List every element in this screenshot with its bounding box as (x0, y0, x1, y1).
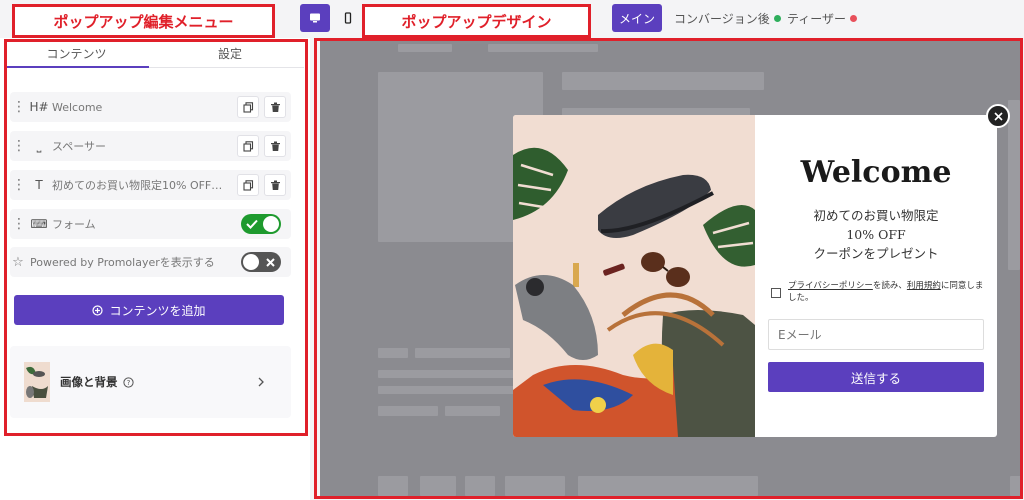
annotation-label-edit-menu: ポップアップ編集メニュー (12, 4, 275, 38)
close-icon (993, 111, 1003, 121)
copy-icon (242, 101, 253, 113)
copy-icon (242, 179, 253, 191)
image-thumbnail (24, 362, 50, 402)
mobile-view-button[interactable] (333, 4, 363, 32)
x-icon (266, 257, 275, 267)
trash-icon (270, 102, 280, 112)
status-dot (850, 14, 858, 22)
product-photo (513, 115, 755, 437)
tab-active-indicator (4, 66, 149, 68)
tab-teaser[interactable]: ティーザー (787, 4, 858, 32)
svg-text:?: ? (126, 379, 130, 387)
chevron-right-icon[interactable] (257, 377, 265, 387)
skeleton-block (1010, 476, 1020, 496)
drag-handle-icon[interactable]: ⋮ (10, 216, 26, 232)
consent-checkbox[interactable] (771, 288, 781, 298)
toggle-knob (263, 216, 279, 232)
mobile-icon (344, 12, 352, 24)
drag-handle-icon[interactable]: ⋮ (10, 177, 26, 193)
popup-title: Welcome (800, 155, 952, 190)
skeleton-block (578, 476, 758, 496)
skeleton-block (420, 476, 456, 496)
powered-by-label: Powered by Promolayerを表示する (30, 256, 215, 269)
skeleton-block (1008, 100, 1020, 270)
skeleton-block (488, 44, 598, 52)
popup-subtitle: 初めてのお買い物限定 10% OFF クーポンをプレゼント (755, 206, 997, 263)
close-button[interactable] (986, 104, 1010, 128)
add-content-label: コンテンツを追加 (109, 303, 206, 318)
check-icon (246, 219, 258, 229)
skeleton-block (445, 406, 500, 416)
status-dot (773, 14, 781, 22)
popup-subtitle-line: クーポンをプレゼント (813, 246, 939, 261)
image-background-label: 画像と背景 (60, 375, 118, 389)
row-label: スペーサー (52, 140, 107, 153)
desktop-view-button[interactable] (300, 4, 330, 32)
skeleton-block (398, 44, 452, 52)
tab-after-conversion[interactable]: コンバージョン後 (674, 4, 781, 32)
popup-product-image (513, 115, 755, 437)
delete-button[interactable] (264, 174, 286, 196)
consent-text-mid: を読み、 (872, 281, 907, 291)
submit-button[interactable]: 送信する (768, 362, 984, 392)
help-icon[interactable]: ? (122, 376, 134, 388)
trash-icon (270, 180, 280, 190)
duplicate-button[interactable] (237, 135, 259, 157)
privacy-policy-link[interactable]: プライバシーポリシー (788, 281, 873, 291)
toggle-knob (243, 254, 259, 270)
skeleton-block (378, 476, 408, 496)
tab-contents[interactable]: コンテンツ (4, 40, 149, 66)
content-row-text[interactable]: ⋮ T 初めてのお買い物限定10% OFF… (10, 170, 291, 200)
form-icon: ⌨ (30, 217, 48, 231)
content-row-heading[interactable]: ⋮ H# Welcome (10, 92, 291, 122)
image-background-card[interactable]: 画像と背景 ? (10, 346, 291, 418)
plus-circle-icon (92, 304, 104, 316)
popup-subtitle-line: 初めてのお買い物限定 (813, 208, 939, 223)
content-row-form[interactable]: ⋮ ⌨ フォーム (10, 209, 291, 239)
form-toggle[interactable] (241, 214, 281, 234)
copy-icon (242, 140, 253, 152)
skeleton-block (378, 406, 438, 416)
add-content-button[interactable]: コンテンツを追加 (14, 295, 284, 325)
trash-icon (270, 141, 280, 151)
delete-button[interactable] (264, 135, 286, 157)
row-label: Welcome (52, 100, 103, 114)
skeleton-block (505, 476, 565, 496)
content-row-spacer[interactable]: ⋮ ⎵ スペーサー (10, 131, 291, 161)
tab-after-conversion-label: コンバージョン後 (674, 11, 770, 26)
drag-handle-icon[interactable]: ⋮ (10, 99, 26, 115)
row-label: 初めてのお買い物限定10% OFF… (52, 179, 223, 192)
text-icon: T (35, 178, 43, 192)
popup-subtitle-line: 10% OFF (846, 227, 906, 242)
terms-link[interactable]: 利用規約 (907, 281, 941, 291)
tab-main[interactable]: メイン (612, 4, 662, 32)
star-icon: ☆ (12, 254, 24, 270)
desktop-icon (310, 13, 320, 23)
delete-button[interactable] (264, 96, 286, 118)
powered-by-toggle[interactable] (241, 252, 281, 272)
drag-handle-icon[interactable]: ⋮ (10, 138, 26, 154)
tab-teaser-label: ティーザー (787, 11, 847, 26)
heading-icon: H# (29, 100, 49, 114)
duplicate-button[interactable] (237, 174, 259, 196)
skeleton-block (415, 348, 510, 358)
spacer-icon: ⎵ (36, 138, 42, 153)
duplicate-button[interactable] (237, 96, 259, 118)
row-label: フォーム (52, 218, 96, 231)
skeleton-block (465, 476, 495, 496)
email-field[interactable] (768, 319, 984, 350)
skeleton-block (562, 72, 764, 90)
annotation-label-popup-design: ポップアップデザイン (362, 4, 591, 38)
tab-settings[interactable]: 設定 (155, 40, 305, 66)
powered-by-row[interactable]: ☆ Powered by Promolayerを表示する (10, 247, 291, 277)
consent-text: プライバシーポリシーを読み、利用規約に同意しました。 (788, 280, 984, 304)
skeleton-block (378, 348, 408, 358)
